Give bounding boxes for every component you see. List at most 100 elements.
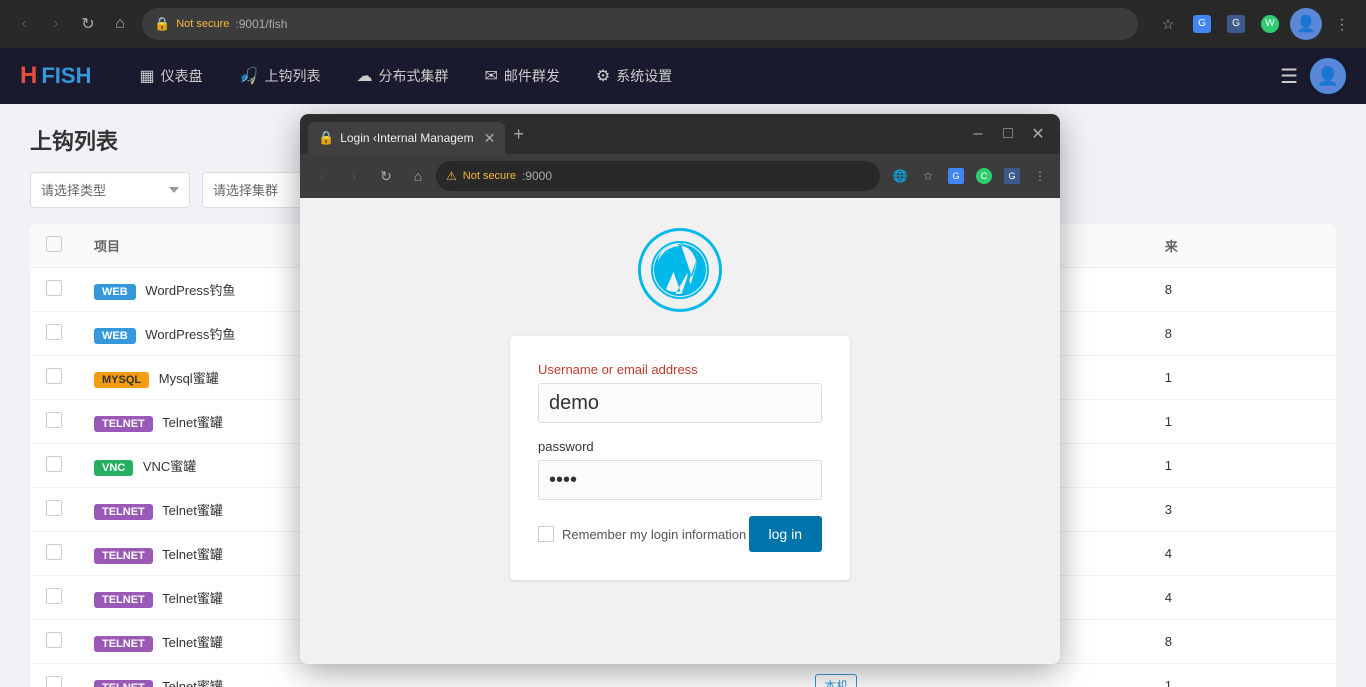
popup-reload-button[interactable]: ↻ [372, 162, 400, 190]
more-button[interactable]: ⋮ [1328, 10, 1356, 38]
popup-ext1-btn[interactable]: G [944, 164, 968, 188]
popup-forward-button[interactable]: › [340, 162, 368, 190]
row-checkbox[interactable] [46, 412, 62, 428]
row-checkbox[interactable] [46, 324, 62, 340]
username-input[interactable] [538, 383, 822, 423]
row-name: Mysql蜜罐 [159, 371, 219, 386]
popup-tab-close[interactable]: ✕ [484, 130, 496, 147]
row-value: 8 [1149, 620, 1336, 664]
reload-button[interactable]: ↻ [74, 10, 102, 38]
ext3-button[interactable]: W [1256, 10, 1284, 38]
lock-icon: 🔒 [154, 16, 170, 32]
row-checkbox[interactable] [46, 544, 62, 560]
password-field-group: password [538, 439, 822, 500]
row-name: WordPress钓鱼 [145, 283, 235, 298]
row-tag: TELNET [94, 592, 153, 608]
popup-nav-bar: ‹ › ↻ ⌂ ⚠ Not secure :9000 🌐 ☆ G [300, 154, 1060, 198]
user-avatar-button[interactable]: 👤 [1290, 8, 1322, 40]
row-checkbox[interactable] [46, 456, 62, 472]
close-button[interactable]: ✕ [1024, 120, 1052, 148]
nav-item-settings[interactable]: ⚙ 系统设置 [578, 48, 690, 104]
wp-login-page: Username or email address password Remem… [300, 198, 1060, 664]
address-text: :9001/fish [235, 17, 287, 31]
row-checkbox-cell [30, 312, 78, 356]
password-input[interactable] [538, 460, 822, 500]
nav-item-mail[interactable]: ✉ 邮件群发 [467, 48, 578, 104]
remember-checkbox[interactable] [538, 526, 554, 542]
row-checkbox-cell [30, 444, 78, 488]
select-all-checkbox[interactable] [46, 236, 62, 252]
popup-not-secure: Not secure [463, 170, 516, 182]
row-value: 1 [1149, 356, 1336, 400]
row-tag: TELNET [94, 504, 153, 520]
row-value: 1 [1149, 444, 1336, 488]
browser-icons: ☆ G G W 👤 ⋮ [1154, 8, 1356, 40]
th-checkbox [30, 224, 78, 268]
row-name: Telnet蜜罐 [162, 503, 223, 518]
user-avatar[interactable]: 👤 [1310, 58, 1346, 94]
type-filter[interactable]: 请选择类型WEBMYSQLTELNETVNC [30, 172, 190, 208]
popup-bookmark-btn[interactable]: ☆ [916, 164, 940, 188]
row-name: WordPress钓鱼 [145, 327, 235, 342]
row-name: Telnet蜜罐 [162, 547, 223, 562]
dashboard-icon: ▦ [139, 66, 154, 86]
row-checkbox[interactable] [46, 676, 62, 687]
row-checkbox[interactable] [46, 588, 62, 604]
popup-tab-icon: 🔒 [318, 130, 334, 146]
cluster-badge: 本机 [815, 674, 857, 687]
nav-item-cluster[interactable]: ☁ 分布式集群 [339, 48, 467, 104]
wordpress-logo-svg [650, 240, 710, 300]
row-checkbox[interactable] [46, 500, 62, 516]
back-button[interactable]: ‹ [10, 10, 38, 38]
row-checkbox-cell [30, 532, 78, 576]
row-checkbox-cell [30, 488, 78, 532]
nav-item-fishhook[interactable]: 🎣 上钩列表 [221, 48, 339, 104]
row-value: 8 [1149, 312, 1336, 356]
bookmark-button[interactable]: ☆ [1154, 10, 1182, 38]
popup-translate-btn[interactable]: 🌐 [888, 164, 912, 188]
row-cluster: 本机 [799, 664, 1149, 687]
popup-address-bar[interactable]: ⚠ Not secure :9000 [436, 161, 880, 191]
popup-tab[interactable]: 🔒 Login ‹Internal Managem ✕ [308, 122, 505, 154]
nav-label-fishhook: 上钩列表 [265, 66, 321, 86]
popup-ext2-btn[interactable]: C [972, 164, 996, 188]
maximize-button[interactable]: □ [994, 120, 1022, 148]
remember-label: Remember my login information [562, 527, 746, 542]
home-button[interactable]: ⌂ [106, 10, 134, 38]
wp-form-container: Username or email address password Remem… [510, 336, 850, 580]
ext2-button[interactable]: G [1222, 10, 1250, 38]
popup-ext3-btn[interactable]: G [1000, 164, 1024, 188]
popup-home-button[interactable]: ⌂ [404, 162, 432, 190]
popup-more-btn[interactable]: ⋮ [1028, 164, 1052, 188]
hamburger-button[interactable]: ☰ [1280, 64, 1298, 89]
forward-button[interactable]: › [42, 10, 70, 38]
row-checkbox-cell [30, 664, 78, 687]
row-checkbox[interactable] [46, 368, 62, 384]
row-tag: TELNET [94, 548, 153, 564]
nav-buttons: ‹ › ↻ ⌂ [10, 10, 134, 38]
new-tab-button[interactable]: + [505, 124, 532, 145]
row-checkbox[interactable] [46, 632, 62, 648]
app-nav: H FISH ▦ 仪表盘 🎣 上钩列表 ☁ 分布式集群 ✉ 邮件群发 [0, 48, 1366, 104]
nav-right: ☰ 👤 [1280, 58, 1346, 94]
nav-label-cluster: 分布式集群 [379, 66, 449, 86]
ext1-button[interactable]: G [1188, 10, 1216, 38]
row-checkbox[interactable] [46, 280, 62, 296]
row-name: VNC蜜罐 [143, 459, 196, 474]
not-secure-badge: Not secure [176, 18, 229, 30]
popup-title-bar: 🔒 Login ‹Internal Managem ✕ + – □ ✕ [300, 114, 1060, 154]
main-address-bar[interactable]: 🔒 Not secure :9001/fish [142, 8, 1138, 40]
row-value: 4 [1149, 576, 1336, 620]
login-button[interactable]: log in [749, 516, 822, 552]
row-value: 4 [1149, 532, 1336, 576]
row-project: TELNET Telnet蜜罐 [78, 664, 799, 687]
popup-browser-icons: 🌐 ☆ G C G ⋮ [888, 164, 1052, 188]
popup-back-button[interactable]: ‹ [308, 162, 336, 190]
nav-item-dashboard[interactable]: ▦ 仪表盘 [121, 48, 220, 104]
main-browser-bar: ‹ › ↻ ⌂ 🔒 Not secure :9001/fish ☆ G G W [0, 0, 1366, 48]
row-tag: TELNET [94, 636, 153, 652]
minimize-button[interactable]: – [964, 120, 992, 148]
username-label: Username or email address [538, 362, 822, 377]
popup-browser: 🔒 Login ‹Internal Managem ✕ + – □ ✕ ‹ › [300, 114, 1060, 664]
logo-fish: FISH [41, 63, 91, 89]
